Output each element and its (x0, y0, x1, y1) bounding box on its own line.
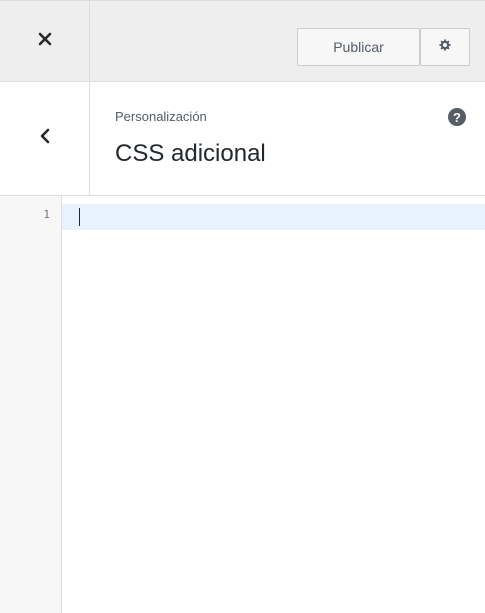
active-line-highlight (62, 204, 485, 230)
gear-icon (438, 38, 452, 57)
question-mark-icon[interactable]: ? (448, 108, 466, 126)
publish-button[interactable]: Publicar (297, 28, 420, 66)
chevron-left-icon (39, 128, 51, 149)
line-number-gutter: 1 (0, 196, 62, 613)
section-title: CSS adicional (115, 140, 266, 167)
back-button[interactable] (0, 82, 90, 195)
css-code-editor[interactable]: 1 (0, 196, 485, 613)
breadcrumb: Personalización (115, 109, 207, 124)
publish-settings-button[interactable] (420, 28, 470, 66)
line-number: 1 (43, 208, 50, 221)
section-header: Personalización CSS adicional ? (0, 82, 485, 196)
help-glyph: ? (453, 109, 461, 125)
customizer-header: Publicar (0, 0, 485, 82)
text-cursor (79, 208, 80, 226)
close-button[interactable] (0, 1, 90, 82)
close-icon (38, 32, 52, 51)
